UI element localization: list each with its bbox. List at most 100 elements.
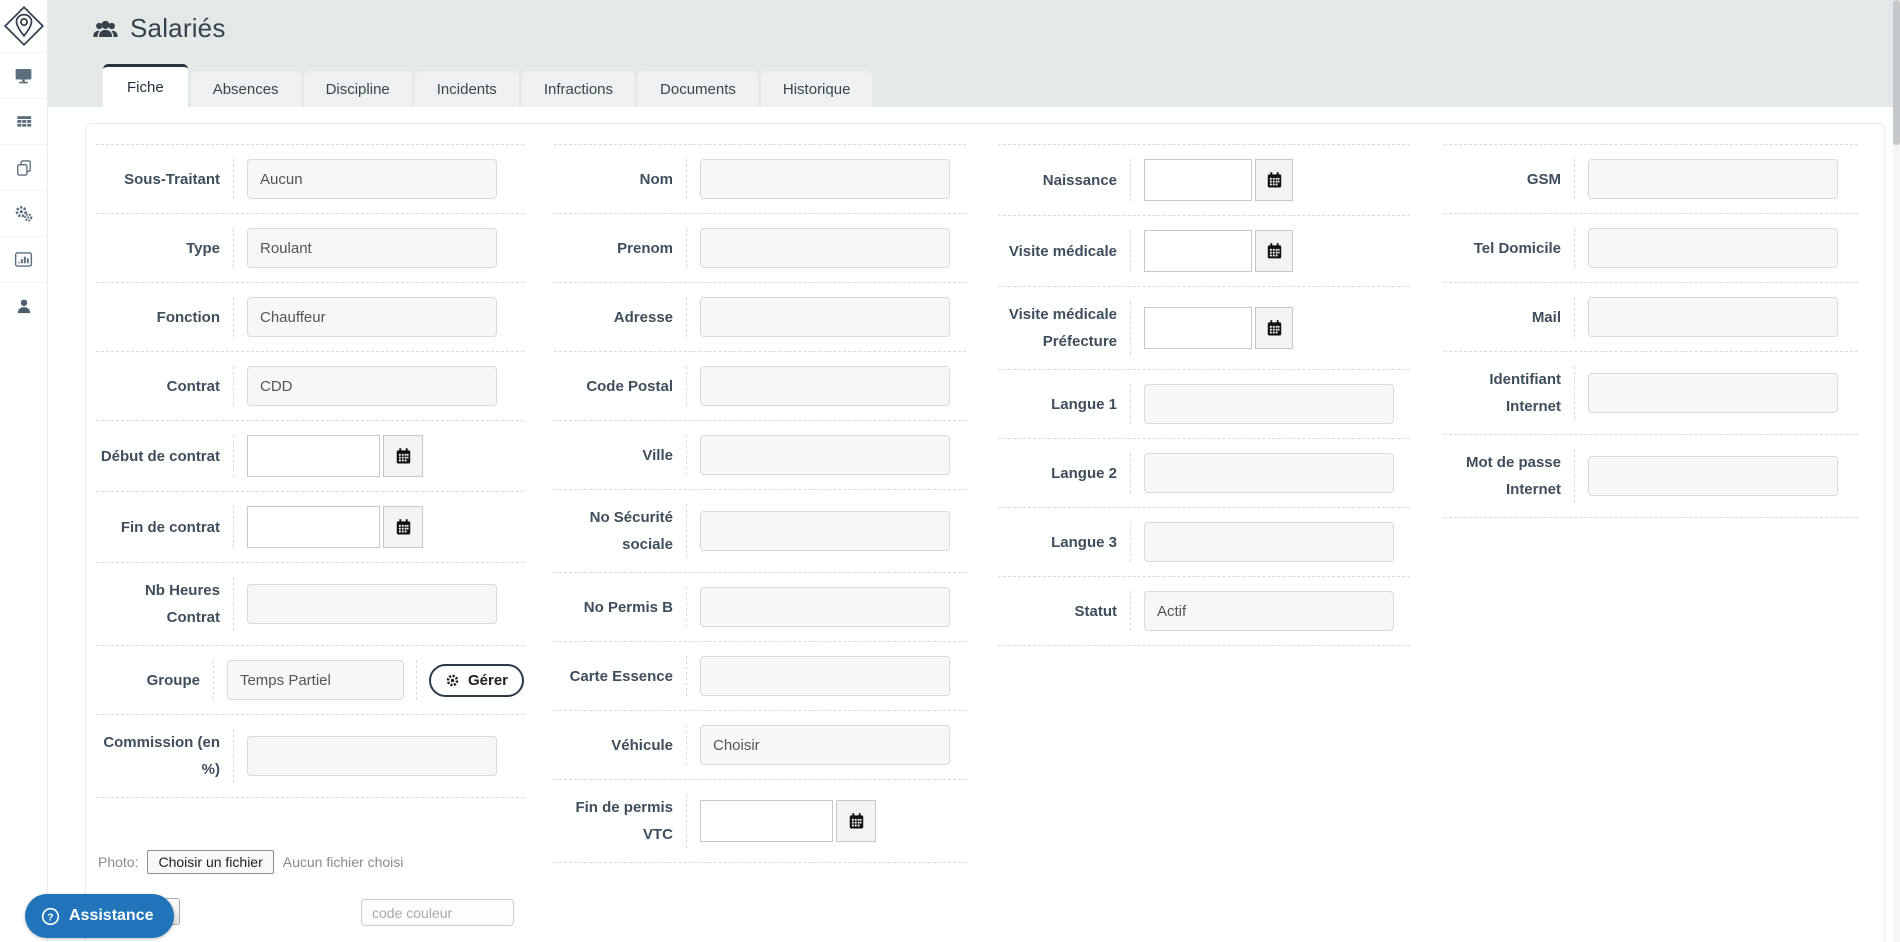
field-label-langue-1: Langue 1 [998, 384, 1131, 424]
carte-essence-input[interactable] [700, 656, 950, 696]
field-label-naissance: Naissance [998, 159, 1131, 201]
type-select[interactable]: Roulant [247, 228, 497, 268]
scrollbar-thumb[interactable] [1893, 0, 1900, 145]
field-label-tel-domicile: Tel Domicile [1444, 228, 1575, 268]
form-row-no-securite-sociale: No Sécurité sociale [554, 489, 966, 572]
assistance-button[interactable]: ? Assistance [25, 894, 174, 938]
sidebar-item-user[interactable] [0, 282, 47, 328]
svg-text:?: ? [47, 912, 53, 923]
tab-discipline[interactable]: Discipline [303, 71, 412, 107]
form-column-3: Naissance Visite médicale Visite médicale … [998, 144, 1410, 646]
contrat-select[interactable]: CDD [247, 366, 497, 406]
field-cell-langue-1 [1131, 384, 1410, 424]
tab-absences[interactable]: Absences [190, 71, 301, 107]
field-label-groupe: Groupe [96, 660, 214, 700]
field-cell-visite-medicale-prefecture [1131, 307, 1410, 349]
form-row-identifiant-internet: Identifiant Internet [1444, 351, 1858, 434]
langue-2-input[interactable] [1144, 453, 1394, 493]
sidebar-item-copy[interactable] [0, 144, 47, 190]
langue-1-input[interactable] [1144, 384, 1394, 424]
visite-medicale-date-input[interactable] [1144, 230, 1252, 272]
fin-de-contrat-date-input[interactable] [247, 506, 380, 548]
debut-de-contrat-date-input[interactable] [247, 435, 380, 477]
sidebar-item-table[interactable] [0, 98, 47, 144]
no-securite-sociale-input[interactable] [700, 511, 950, 551]
form-row-no-permis-b: No Permis B [554, 572, 966, 641]
form-row-mot-de-passe-internet: Mot de passe Internet [1444, 434, 1858, 518]
form-row-debut-de-contrat: Début de contrat [96, 420, 524, 491]
form-row-vehicule: Véhicule Choisir [554, 710, 966, 779]
field-label-prenom: Prenom [554, 228, 687, 268]
mot-de-passe-internet-input[interactable] [1588, 456, 1838, 496]
sidebar-item-monitor[interactable] [0, 52, 47, 98]
field-cell-adresse [687, 297, 966, 337]
visite-medicale-prefecture-calendar-button[interactable] [1255, 307, 1293, 349]
vertical-scrollbar [1893, 0, 1900, 942]
sidebar-item-settings[interactable] [0, 190, 47, 236]
form-column-2: Nom Prenom Adresse Code Postal Ville No Sécur… [554, 144, 966, 863]
field-cell-statut: Actif [1131, 591, 1410, 631]
field-cell-mot-de-passe-internet [1575, 456, 1858, 496]
visite-medicale-prefecture-date-input[interactable] [1144, 307, 1252, 349]
fin-de-permis-vtc-date-input[interactable] [700, 800, 833, 842]
color-code-input[interactable] [361, 899, 514, 926]
field-label-no-permis-b: No Permis B [554, 587, 687, 627]
tab-documents[interactable]: Documents [638, 71, 758, 107]
field-label-nb-heures-contrat: Nb Heures Contrat [96, 577, 234, 631]
groupe-select[interactable]: Temps Partiel [226, 660, 404, 700]
sous-traitant-select[interactable]: Aucun [247, 159, 497, 199]
tab-incidents[interactable]: Incidents [414, 71, 519, 107]
tab-infractions[interactable]: Infractions [521, 71, 636, 107]
visite-medicale-calendar-button[interactable] [1255, 230, 1293, 272]
tel-domicile-input[interactable] [1588, 228, 1838, 268]
langue-3-input[interactable] [1144, 522, 1394, 562]
calendar-icon [396, 519, 410, 535]
nom-input[interactable] [700, 159, 950, 199]
field-cell-langue-2 [1131, 453, 1410, 493]
form-row-fin-de-permis-vtc: Fin de permis VTC [554, 779, 966, 863]
field-cell-type: Roulant [234, 228, 524, 268]
no-permis-b-input[interactable] [700, 587, 950, 627]
form-row-mail: Mail [1444, 282, 1858, 351]
field-label-visite-medicale: Visite médicale [998, 230, 1131, 272]
naissance-date-input[interactable] [1144, 159, 1252, 201]
bar-chart-icon [14, 252, 33, 267]
manage-groupe-button[interactable]: Gérer [428, 663, 524, 697]
vehicule-select[interactable]: Choisir [700, 725, 950, 765]
form-row-contrat: Contrat CDD [96, 351, 524, 420]
prenom-input[interactable] [700, 228, 950, 268]
ville-input[interactable] [700, 435, 950, 475]
gear-icon [446, 674, 459, 686]
app-logo[interactable] [0, 0, 47, 52]
field-cell-prenom [687, 228, 966, 268]
form-row-prenom: Prenom [554, 213, 966, 282]
fin-de-contrat-calendar-button[interactable] [383, 506, 423, 548]
fonction-select[interactable]: Chauffeur [247, 297, 497, 337]
code-postal-input[interactable] [700, 366, 950, 406]
field-cell-identifiant-internet [1575, 373, 1858, 413]
tab-fiche[interactable]: Fiche [103, 64, 188, 107]
form-row-nb-heures-contrat: Nb Heures Contrat [96, 562, 524, 645]
identifiant-internet-input[interactable] [1588, 373, 1838, 413]
mail-input[interactable] [1588, 297, 1838, 337]
field-cell-debut-de-contrat [234, 435, 524, 477]
main-content: Salariés Fiche Absences Discipline Incident… [48, 0, 1900, 942]
sidebar-item-stats[interactable] [0, 236, 47, 282]
adresse-input[interactable] [700, 297, 950, 337]
calendar-icon [1267, 320, 1281, 336]
field-label-debut-de-contrat: Début de contrat [96, 435, 234, 477]
commission-en-input[interactable] [247, 736, 497, 776]
field-label-langue-2: Langue 2 [998, 453, 1131, 493]
tab-historique[interactable]: Historique [760, 71, 873, 107]
debut-de-contrat-calendar-button[interactable] [383, 435, 423, 477]
nb-heures-contrat-input[interactable] [247, 584, 497, 624]
fin-de-permis-vtc-calendar-button[interactable] [836, 800, 876, 842]
gsm-input[interactable] [1588, 159, 1838, 199]
statut-select[interactable]: Actif [1144, 591, 1394, 631]
naissance-calendar-button[interactable] [1255, 159, 1293, 201]
field-cell-sous-traitant: Aucun [234, 159, 524, 199]
manage-button-label: Gérer [467, 671, 508, 689]
choose-file-button[interactable]: Choisir un fichier [147, 850, 274, 874]
field-cell-gsm [1575, 159, 1858, 199]
field-label-type: Type [96, 228, 234, 268]
